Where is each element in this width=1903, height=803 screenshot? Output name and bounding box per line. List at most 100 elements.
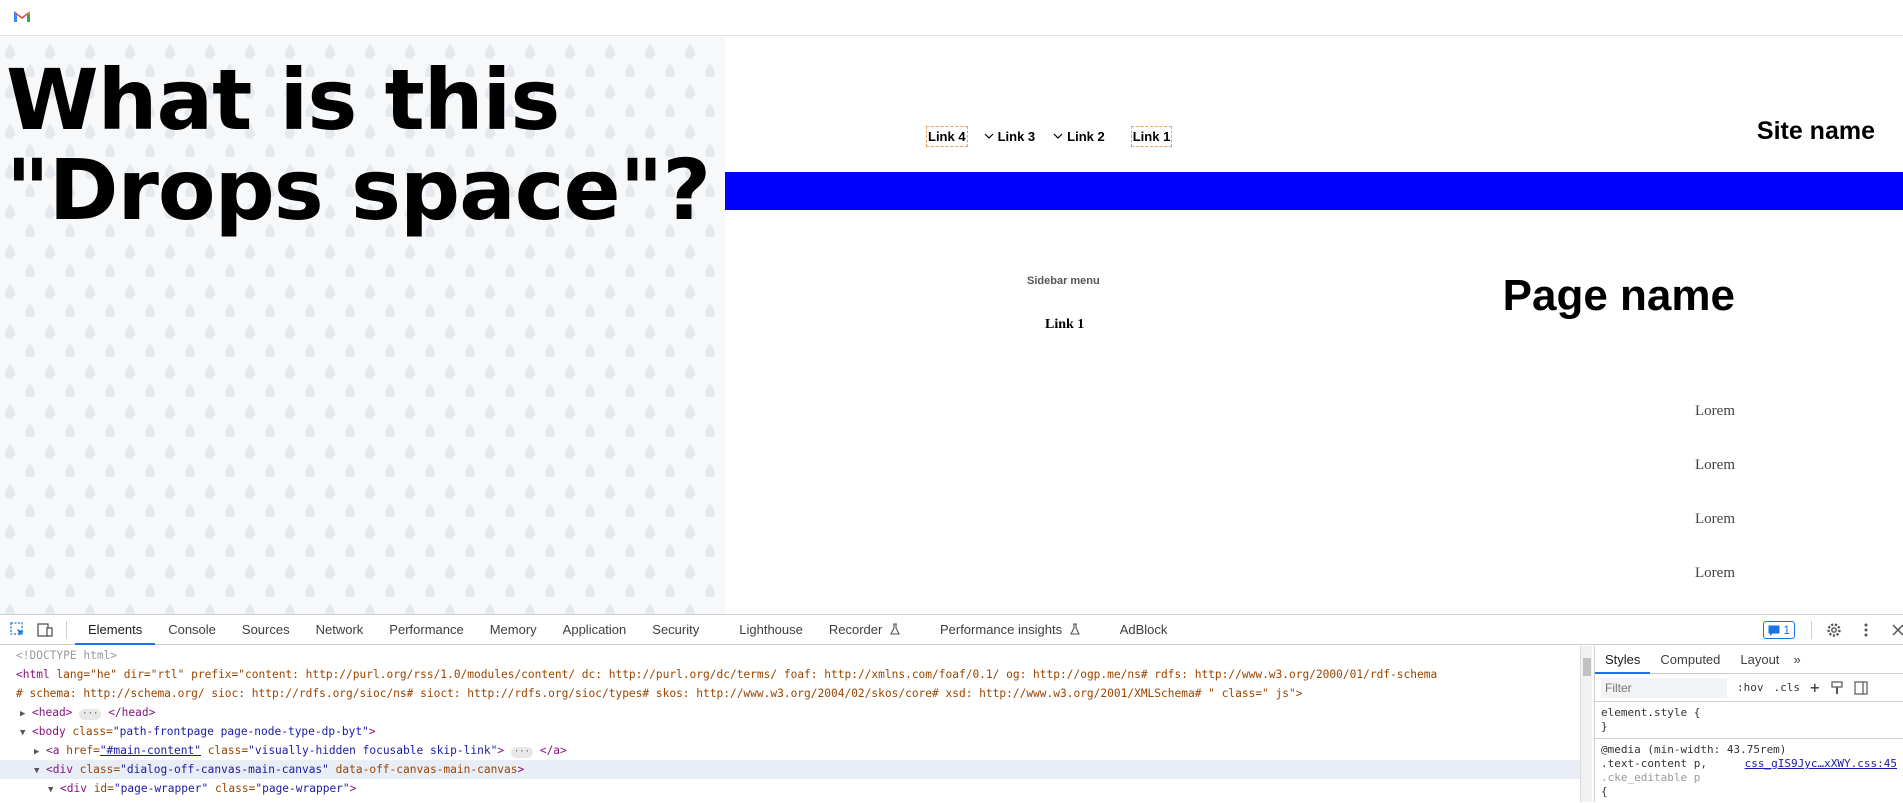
tag-text: <body: [32, 725, 73, 738]
open-brace: {: [1601, 785, 1608, 798]
collapse-triangle-icon[interactable]: ▼: [48, 781, 60, 800]
more-options-icon[interactable]: [1857, 621, 1875, 639]
site-name[interactable]: Site name: [1757, 117, 1875, 146]
tab-label: Performance insights: [939, 621, 1063, 637]
tab-performance-insights[interactable]: Performance insights: [927, 615, 1093, 645]
dom-scrollbar[interactable]: [1580, 646, 1592, 802]
attr-value[interactable]: "#main-content": [100, 744, 201, 757]
tab-memory[interactable]: Memory: [477, 615, 550, 645]
attr-value: "page-wrapper": [113, 782, 209, 795]
attr-name: class=: [200, 744, 249, 757]
rule-selector: .cke_editable p: [1601, 771, 1701, 784]
tab-styles[interactable]: Styles: [1595, 646, 1651, 674]
attr-name: class=: [208, 782, 256, 795]
tab-layout[interactable]: Layout: [1730, 646, 1789, 674]
tab-sources[interactable]: Sources: [229, 615, 303, 645]
tag-text: <div: [46, 763, 80, 776]
experiment-flask-icon: [890, 622, 900, 635]
page-title: Page name: [1502, 271, 1735, 320]
experiment-flask-icon: [1069, 622, 1080, 635]
dom-node[interactable]: ▼ <div id="page-wrapper" class="page-wrap…: [0, 779, 1580, 798]
toolbar-divider: [66, 620, 67, 639]
nav-link-2[interactable]: Link 2: [1052, 127, 1106, 146]
gmail-icon[interactable]: [14, 10, 30, 22]
tab-computed[interactable]: Computed: [1650, 646, 1730, 674]
tab-application[interactable]: Application: [550, 615, 640, 645]
attr-value: "visually-hidden focusable skip-link": [248, 744, 498, 757]
ellipsis-icon[interactable]: ···: [79, 709, 102, 720]
devtools-toolbar: Elements Console Sources Network Perform…: [0, 615, 1903, 645]
scroll-thumb[interactable]: [1583, 658, 1591, 676]
tag-text: <div: [60, 782, 94, 795]
element-style-rule[interactable]: element.style { }: [1595, 702, 1903, 738]
more-tabs-icon[interactable]: »: [1789, 646, 1804, 674]
styles-tabs: Styles Computed Layout »: [1595, 646, 1903, 674]
nav-link-1[interactable]: Link 1: [1130, 125, 1173, 147]
tab-elements[interactable]: Elements: [75, 615, 156, 645]
paint-brush-icon[interactable]: [1830, 680, 1844, 695]
dom-node[interactable]: <!DOCTYPE html>: [0, 646, 1580, 665]
attr-name: href=: [66, 744, 100, 757]
chevron-down-icon: [984, 133, 994, 139]
inspect-element-icon[interactable]: [9, 621, 27, 639]
media-rule[interactable]: @media (min-width: 43.75rem) css_gIS9Jyc…: [1595, 739, 1903, 803]
devtools-panel: Elements Console Sources Network Perform…: [0, 614, 1903, 802]
attr-name: data-off-canvas-main-canvas: [328, 763, 518, 776]
issues-badge[interactable]: 1: [1763, 621, 1795, 639]
tab-performance[interactable]: Performance: [376, 615, 476, 645]
add-rule-icon[interactable]: +: [1810, 678, 1820, 697]
sidebar-link-1[interactable]: Link 1: [1045, 317, 1084, 333]
article-headline: What is this "Drops space"?: [6, 55, 721, 235]
nav-link-3[interactable]: Link 3: [983, 127, 1037, 146]
site-preview: Site name Link 4 Link 3 Link 2 Link 1 Si…: [725, 37, 1903, 614]
styles-filter-input[interactable]: [1601, 677, 1727, 698]
tab-recorder[interactable]: Recorder: [816, 615, 913, 645]
collapse-triangle-icon[interactable]: ▼: [20, 724, 32, 743]
sidebar-menu-title: Sidebar menu: [1027, 275, 1100, 287]
dom-node[interactable]: ▼ <body class="path-frontpage page-node-t…: [0, 722, 1580, 741]
tab-label: Recorder: [828, 621, 883, 637]
lorem-item: Lorem: [1695, 565, 1735, 581]
attr-name: class=: [72, 725, 113, 738]
device-toolbar-icon[interactable]: [36, 621, 54, 639]
tag-text: </head>: [108, 706, 156, 719]
styles-pane: Styles Computed Layout » :hov .cls + ele…: [1594, 646, 1903, 802]
attr-value: "path-frontpage page-node-type-dp-byt": [112, 725, 369, 738]
tab-network[interactable]: Network: [303, 615, 377, 645]
close-icon[interactable]: [1889, 621, 1903, 639]
styles-filter-row: :hov .cls +: [1595, 674, 1903, 702]
chevron-down-icon: [1053, 133, 1063, 139]
dom-node[interactable]: ▶ <a href="#main-content" class="visually…: [0, 741, 1580, 760]
hov-toggle[interactable]: :hov: [1737, 681, 1764, 694]
nav-label: Link 1: [1132, 128, 1171, 144]
dom-node[interactable]: # schema: http://schema.org/ sioc: http:…: [0, 684, 1580, 703]
gear-icon[interactable]: [1825, 621, 1843, 639]
sidebar-toggle-icon[interactable]: [1854, 680, 1868, 695]
nav-link-4[interactable]: Link 4: [926, 125, 968, 147]
nav-label: Link 2: [1067, 128, 1105, 144]
tab-lighthouse[interactable]: Lighthouse: [726, 615, 816, 645]
browser-topbar: [0, 0, 1903, 36]
dom-tree[interactable]: <!DOCTYPE html> <html lang="he" dir="rtl…: [0, 646, 1580, 802]
tag-text: <a: [46, 744, 67, 757]
lorem-item: Lorem: [1695, 403, 1735, 419]
dom-node[interactable]: ▶ <head> ··· </head>: [0, 703, 1580, 722]
ellipsis-icon[interactable]: ···: [510, 747, 534, 758]
dom-node[interactable]: <html lang="he" dir="rtl" prefix="conten…: [0, 665, 1580, 684]
rule-selector: .text-content p,: [1601, 757, 1707, 770]
tab-security[interactable]: Security: [639, 615, 712, 645]
attr-text: lang="he" dir="rtl" prefix="content: htt…: [56, 668, 1438, 681]
headline-line-2: "Drops space"?: [6, 141, 711, 239]
cls-toggle[interactable]: .cls: [1774, 681, 1801, 694]
article-pane: What is this "Drops space"?: [0, 37, 725, 614]
collapse-triangle-icon[interactable]: ▼: [34, 762, 46, 781]
attr-name: id=: [93, 782, 114, 795]
source-link[interactable]: css_gIS9Jyc…xXWY.css:45: [1745, 757, 1897, 771]
nav-label: Link 4: [928, 128, 966, 144]
attr-name: class=: [79, 763, 121, 776]
dom-node-selected[interactable]: ▼ <div class="dialog-off-canvas-main-canv…: [0, 760, 1580, 779]
tab-adblock[interactable]: AdBlock: [1107, 615, 1181, 645]
tab-console[interactable]: Console: [155, 615, 229, 645]
toolbar-right: 1: [1763, 615, 1903, 645]
attr-value: "page-wrapper": [255, 782, 350, 795]
